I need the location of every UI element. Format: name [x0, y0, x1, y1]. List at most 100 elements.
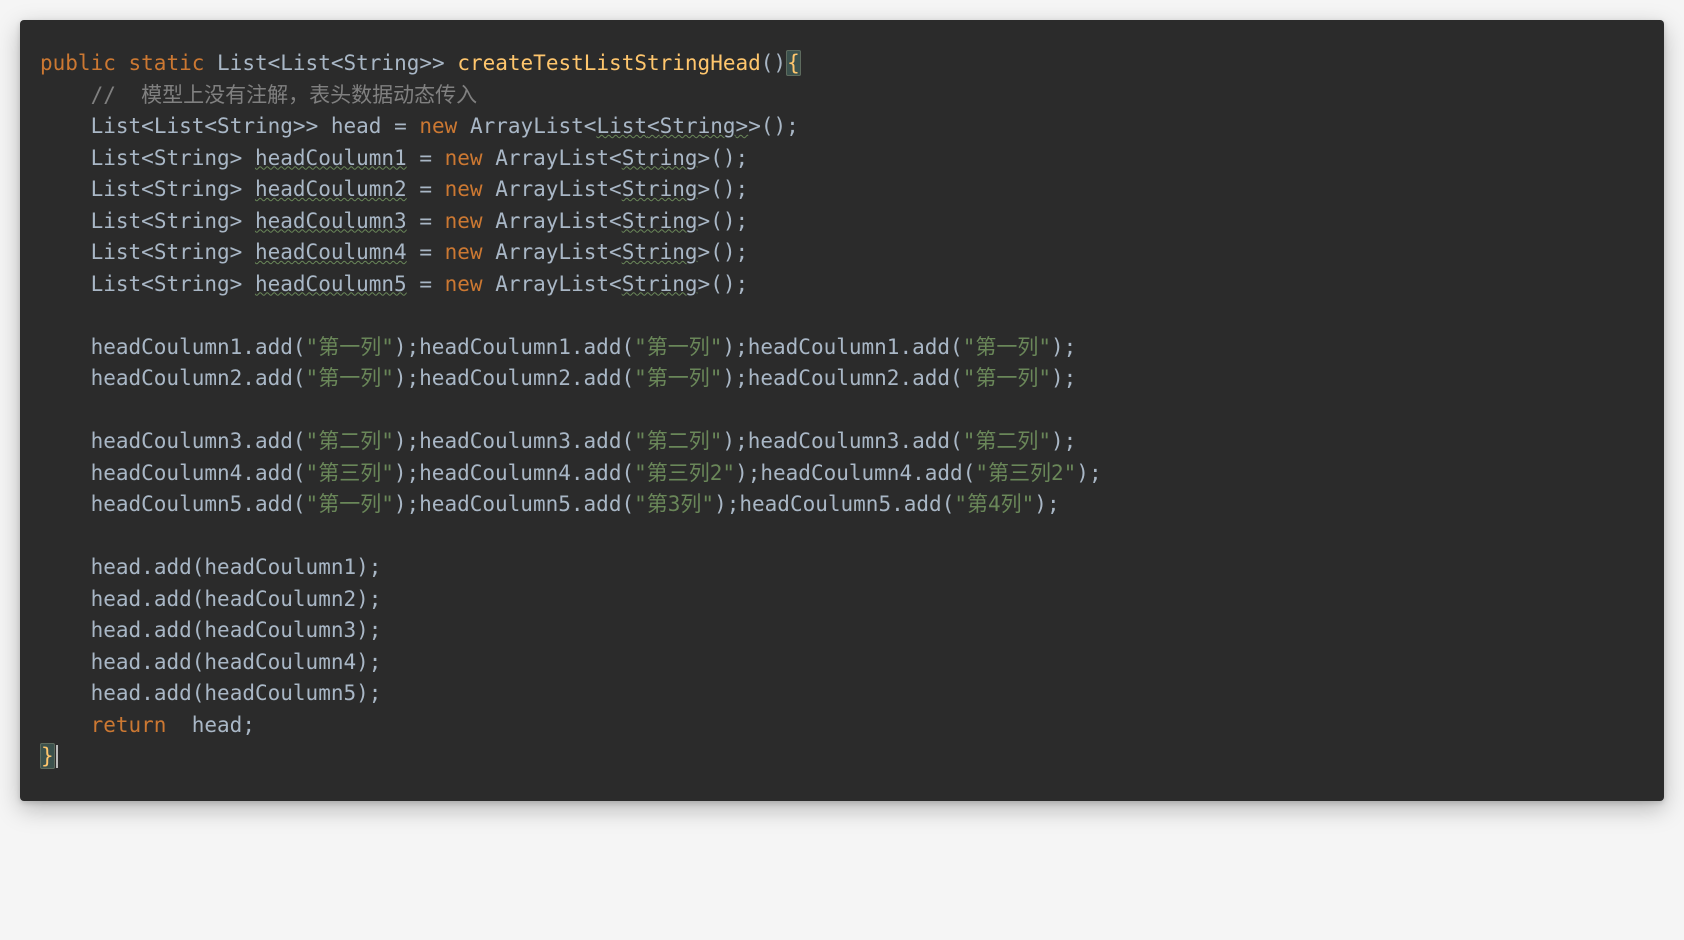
angle-close: > [419, 51, 432, 75]
dot: . [571, 429, 584, 453]
var-head: head [91, 587, 142, 611]
semicolon: ; [407, 429, 420, 453]
paren-close: ) [773, 51, 786, 75]
paren-close: ) [356, 650, 369, 674]
method-add: add [154, 587, 192, 611]
keyword-public: public [40, 51, 116, 75]
dot: . [141, 650, 154, 674]
redundant-generic: List<String> [596, 114, 748, 138]
semicolon: ; [242, 713, 255, 737]
semicolon: ; [369, 618, 382, 642]
paren-close: ) [714, 492, 727, 516]
type-list: List [280, 51, 331, 75]
angle-close: > [306, 114, 319, 138]
type-string: String [154, 209, 230, 233]
var-hc2: headCoulumn2 [91, 366, 243, 390]
paren-open: ( [942, 492, 955, 516]
code-block: public static List<List<String>> createT… [40, 48, 1644, 773]
var-hc2: headCoulumn2 [419, 366, 571, 390]
angle-close: > [698, 209, 711, 233]
semicolon: ; [735, 429, 748, 453]
paren-close: ) [722, 429, 735, 453]
type-list: List [91, 114, 142, 138]
dot: . [141, 587, 154, 611]
text-caret [56, 745, 58, 768]
code-editor[interactable]: public static List<List<String>> createT… [20, 20, 1664, 801]
paren-close: ) [394, 335, 407, 359]
method-add: add [255, 366, 293, 390]
method-add: add [255, 335, 293, 359]
angle-close: > [230, 272, 243, 296]
angle-open: < [141, 114, 154, 138]
semicolon: ; [369, 650, 382, 674]
paren-close: ) [735, 461, 748, 485]
keyword-new: new [445, 209, 483, 233]
dot: . [242, 492, 255, 516]
dot: . [242, 366, 255, 390]
angle-open: < [609, 240, 622, 264]
angle-close: > [432, 51, 445, 75]
var-hc5: headCoulumn5 [739, 492, 891, 516]
semicolon: ; [735, 366, 748, 390]
angle-close: > [230, 209, 243, 233]
dot: . [899, 335, 912, 359]
paren-open: ( [950, 429, 963, 453]
method-add: add [584, 335, 622, 359]
paren-close: ) [356, 618, 369, 642]
type-arraylist: ArrayList [495, 177, 609, 201]
paren-open: ( [621, 335, 634, 359]
dot: . [912, 461, 925, 485]
paren-close: ) [356, 587, 369, 611]
type-list: List [596, 114, 647, 138]
method-add: add [154, 618, 192, 642]
type-arraylist: ArrayList [495, 146, 609, 170]
method-add: add [255, 461, 293, 485]
paren-close: ) [1051, 335, 1064, 359]
var-hc4: headCoulumn4 [91, 461, 243, 485]
angle-open: < [141, 272, 154, 296]
paren-open: ( [293, 461, 306, 485]
angle-open: < [141, 209, 154, 233]
angle-close: > [698, 146, 711, 170]
var-hc5: headCoulumn5 [204, 681, 356, 705]
type-list: List [91, 240, 142, 264]
paren-close: ) [394, 461, 407, 485]
var-hc3: headCoulumn3 [91, 429, 243, 453]
semicolon: ; [736, 240, 749, 264]
method-add: add [255, 492, 293, 516]
paren-open: ( [621, 492, 634, 516]
semicolon: ; [407, 366, 420, 390]
paren-open: ( [192, 587, 205, 611]
method-name: createTestListStringHead [457, 51, 760, 75]
dot: . [571, 335, 584, 359]
semicolon: ; [786, 114, 799, 138]
type-string: String [154, 146, 230, 170]
angle-close: > [230, 146, 243, 170]
method-add: add [255, 429, 293, 453]
type-list: List [91, 146, 142, 170]
var-head: head [91, 618, 142, 642]
angle-close: > [698, 177, 711, 201]
var-hc3: headCoulumn3 [204, 618, 356, 642]
parens: () [761, 114, 786, 138]
type-list: List [91, 272, 142, 296]
paren-close: ) [394, 429, 407, 453]
method-add: add [925, 461, 963, 485]
string-literal: "第三列2" [634, 461, 735, 485]
paren-open: ( [293, 492, 306, 516]
semicolon: ; [407, 492, 420, 516]
var-hc4: headCoulumn4 [204, 650, 356, 674]
type-arraylist: ArrayList [495, 272, 609, 296]
paren-open: ( [950, 366, 963, 390]
var-hc1: headCoulumn1 [255, 146, 407, 170]
semicolon: ; [1064, 335, 1077, 359]
paren-close: ) [1051, 429, 1064, 453]
var-hc5: headCoulumn5 [419, 492, 571, 516]
method-add: add [912, 429, 950, 453]
string-literal: "第一列" [306, 492, 394, 516]
angle-open: < [584, 114, 597, 138]
string-literal: "第4列" [954, 492, 1034, 516]
var-hc1: headCoulumn1 [419, 335, 571, 359]
string-literal: "第3列" [634, 492, 714, 516]
keyword-new: new [445, 146, 483, 170]
